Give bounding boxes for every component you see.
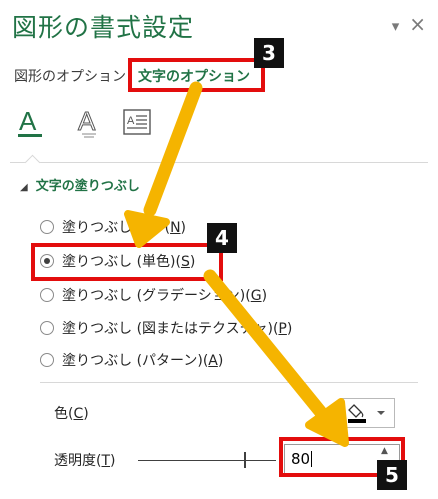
section-title: 文字の塗りつぶし (35, 179, 140, 194)
option-label: 塗りつぶし (グラデーション)( (62, 288, 251, 304)
color-picker-button[interactable] (341, 398, 395, 428)
option-accelerator: N (170, 220, 181, 236)
svg-text:A: A (127, 115, 135, 127)
text-fill-outline-icon[interactable]: A (16, 106, 46, 140)
svg-text:A: A (19, 106, 37, 136)
icon-tabs-divider (10, 162, 428, 163)
option-label: 塗りつぶし (図またはテクスチャ)( (62, 321, 279, 337)
radio-button[interactable] (40, 321, 54, 335)
text-fill-section-header[interactable]: ◢ 文字の塗りつぶし (20, 178, 140, 197)
radio-button[interactable] (40, 288, 54, 302)
option-label-end: ) (217, 353, 224, 369)
radio-picture-fill[interactable]: 塗りつぶし (図またはテクスチャ)(P) (40, 318, 292, 340)
option-label-end: ) (261, 288, 268, 304)
pane-controls: ▾ × (384, 14, 426, 36)
textbox-icon[interactable]: A (122, 106, 152, 140)
text-effects-icon[interactable]: A (74, 106, 104, 140)
option-label: 塗りつぶし (パターン)( (62, 353, 209, 369)
step-badge-5: 5 (377, 460, 407, 490)
option-accelerator: P (278, 321, 287, 337)
radio-button[interactable] (40, 353, 54, 367)
arrow-to-solid-fill (143, 81, 203, 217)
close-icon[interactable]: × (409, 14, 426, 34)
solid-fill-highlight-box (31, 243, 223, 281)
option-label-end: ) (180, 220, 187, 236)
pane-title: 図形の書式設定 (12, 13, 195, 42)
option-accelerator: G (250, 288, 262, 304)
collapse-dropdown-icon[interactable]: ▾ (392, 16, 400, 36)
radio-button[interactable] (40, 220, 54, 234)
tab-highlight-box (128, 58, 265, 92)
radio-no-fill[interactable]: 塗りつぶしなし (N) (40, 217, 186, 239)
option-label: 塗りつぶしなし ( (62, 220, 171, 236)
active-icon-pointer (24, 154, 41, 171)
transparency-label: 透明度(T) (54, 453, 116, 469)
radio-gradient-fill[interactable]: 塗りつぶし (グラデーション)(G) (40, 285, 267, 307)
transparency-slider-thumb[interactable] (244, 452, 246, 468)
transparency-slider-track[interactable] (138, 460, 276, 461)
color-label: 色(C) (54, 406, 89, 422)
tab-shape-options[interactable]: 図形のオプション (14, 68, 126, 86)
option-accelerator: A (208, 353, 218, 369)
option-label-end: ) (286, 321, 293, 337)
radio-pattern-fill[interactable]: 塗りつぶし (パターン)(A) (40, 350, 223, 372)
step-badge-4: 4 (207, 223, 237, 253)
section-collapse-icon: ◢ (20, 182, 28, 193)
svg-text:A: A (78, 106, 96, 136)
step-badge-3: 3 (254, 38, 284, 68)
options-divider (40, 382, 418, 383)
